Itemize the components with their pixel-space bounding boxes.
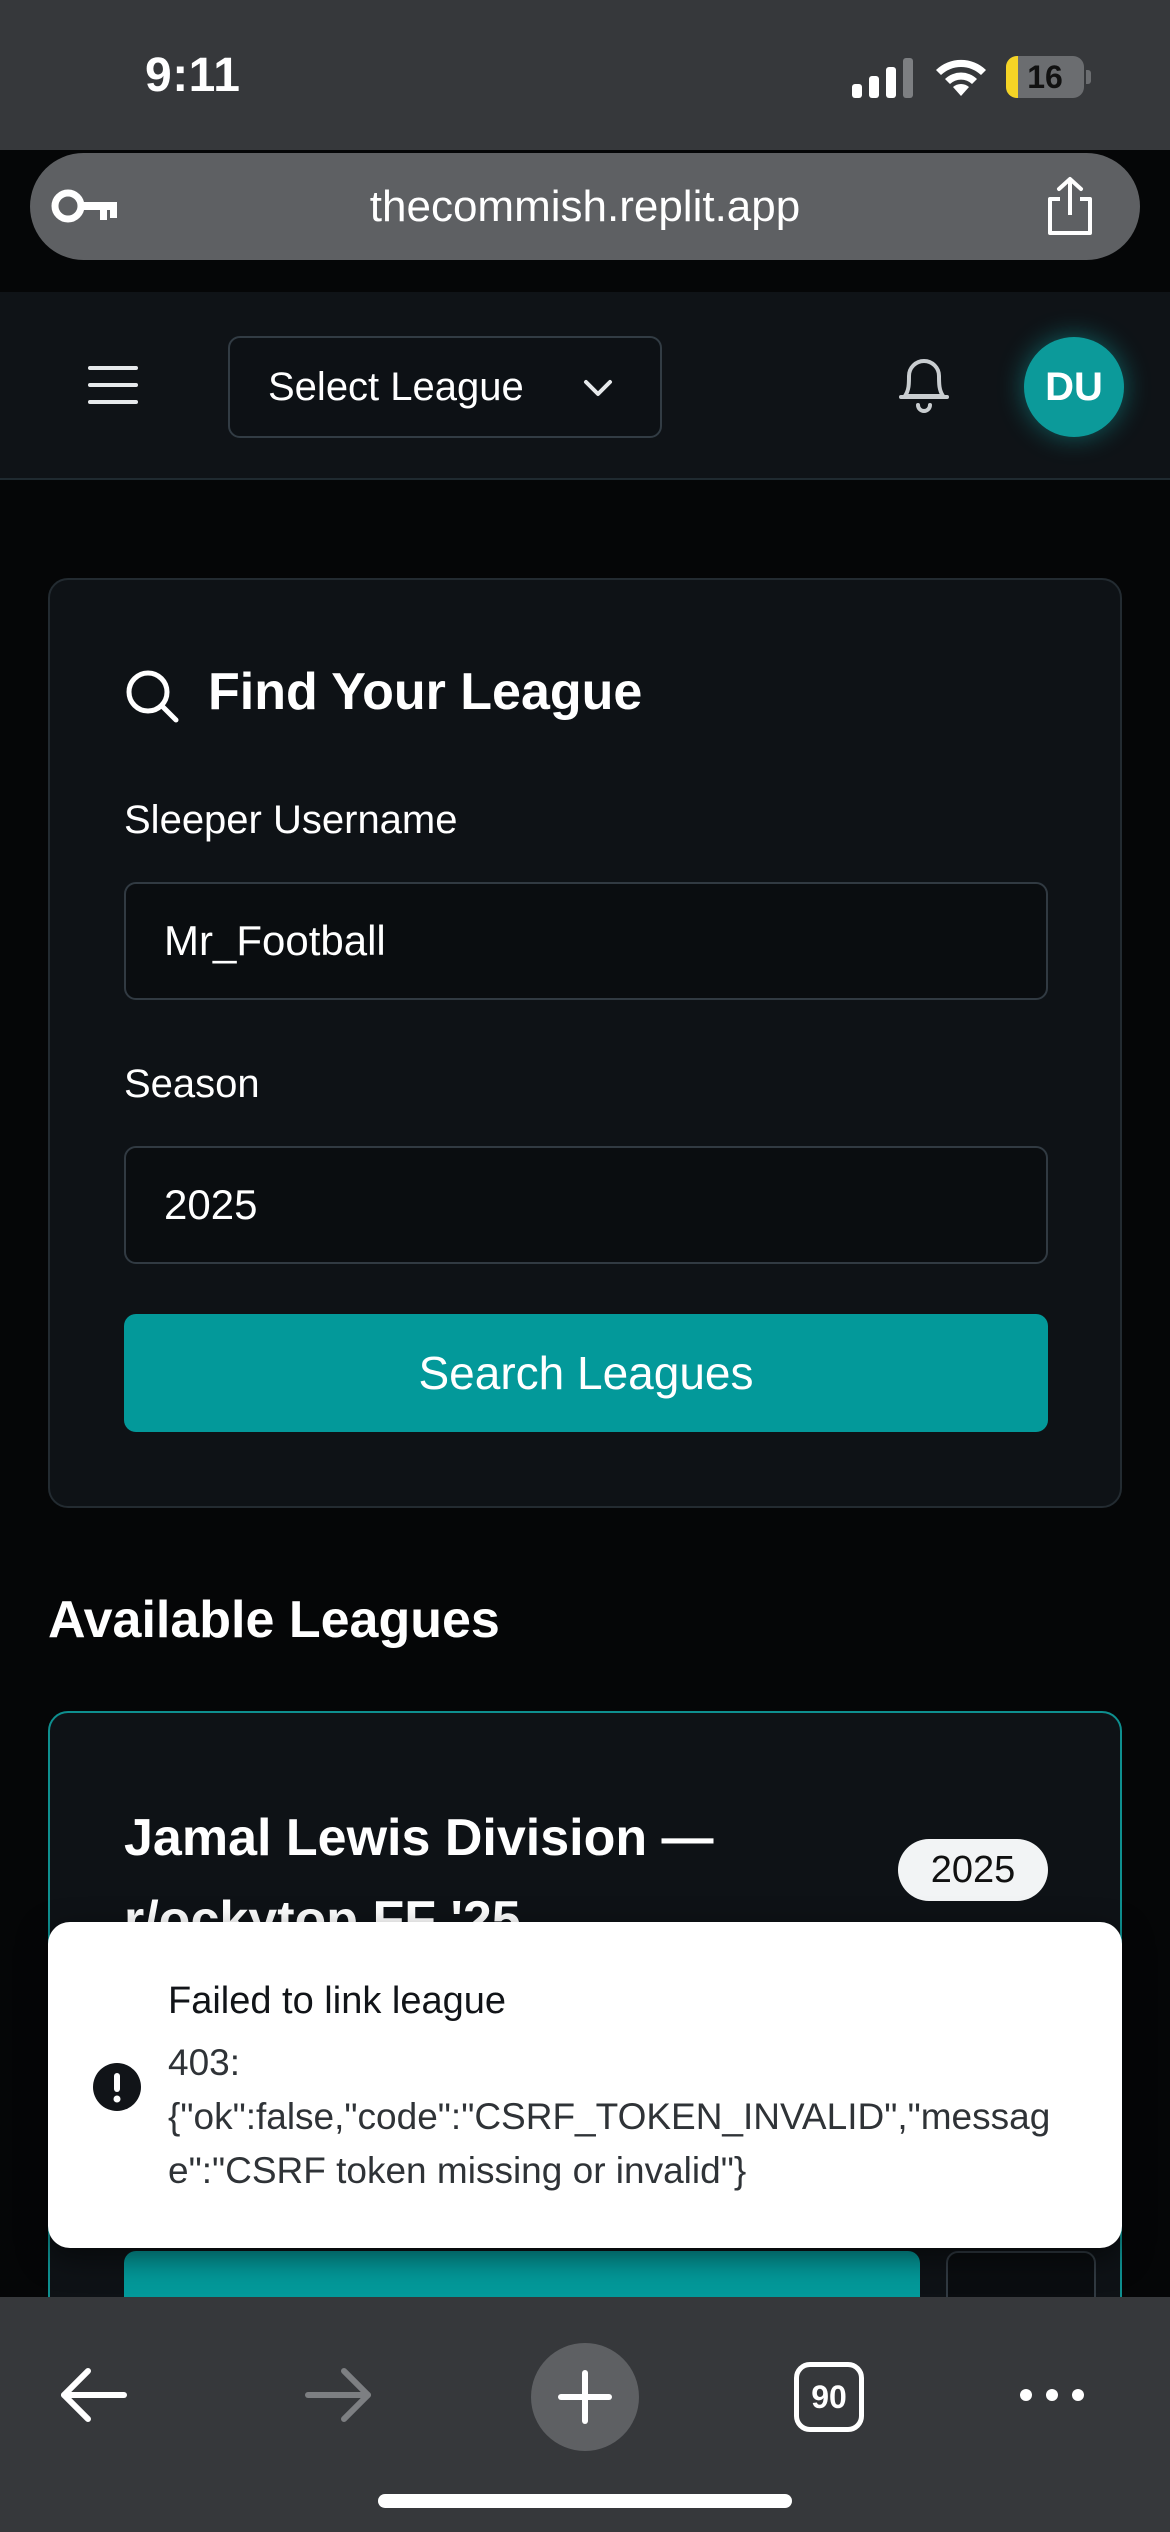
- cellular-signal-icon: [852, 58, 913, 98]
- available-leagues-title: Available Leagues: [48, 1591, 500, 1649]
- user-avatar[interactable]: DU: [1024, 337, 1124, 437]
- find-league-card: Find Your League Sleeper Username Mr_Foo…: [48, 578, 1122, 1508]
- battery-icon: 16: [1006, 56, 1091, 98]
- status-time: 9:11: [145, 49, 241, 102]
- new-tab-button[interactable]: [531, 2343, 639, 2451]
- username-value: Mr_Football: [164, 917, 386, 964]
- url-text[interactable]: thecommish.replit.app: [30, 153, 1140, 260]
- search-icon: [126, 670, 179, 723]
- home-indicator: [378, 2494, 792, 2508]
- status-bar: 9:11 16: [0, 0, 1170, 150]
- error-toast[interactable]: Failed to link league 403: {"ok":false,"…: [48, 1922, 1122, 2248]
- username-input[interactable]: Mr_Football: [124, 882, 1048, 1000]
- alert-circle-icon: [93, 2063, 141, 2111]
- back-arrow-icon[interactable]: [58, 2365, 130, 2425]
- address-bar[interactable]: thecommish.replit.app: [30, 153, 1140, 260]
- bell-icon[interactable]: [895, 350, 953, 416]
- chevron-down-icon: [584, 380, 612, 396]
- more-icon[interactable]: [1016, 2383, 1088, 2407]
- season-input[interactable]: 2025: [124, 1146, 1048, 1264]
- menu-icon[interactable]: [88, 362, 138, 408]
- league-select-dropdown[interactable]: Select League: [228, 336, 662, 438]
- league-select-label: Select League: [268, 365, 524, 409]
- season-label: Season: [124, 1062, 260, 1106]
- toast-message: 403: {"ok":false,"code":"CSRF_TOKEN_INVA…: [168, 2042, 1051, 2191]
- username-label: Sleeper Username: [124, 798, 458, 842]
- plus-icon: [558, 2370, 612, 2424]
- find-league-title: Find Your League: [208, 663, 643, 721]
- share-icon[interactable]: [1040, 175, 1100, 237]
- search-leagues-button[interactable]: Search Leagues: [124, 1314, 1048, 1432]
- battery-level: 16: [1027, 59, 1063, 95]
- tabs-button[interactable]: 90: [794, 2362, 864, 2432]
- season-badge: 2025: [898, 1839, 1048, 1901]
- season-value: 2025: [164, 1181, 258, 1228]
- toast-title: Failed to link league: [168, 1980, 506, 2022]
- app-header: Select League DU: [0, 292, 1170, 480]
- forward-arrow-icon[interactable]: [302, 2365, 374, 2425]
- wifi-icon: [936, 59, 986, 96]
